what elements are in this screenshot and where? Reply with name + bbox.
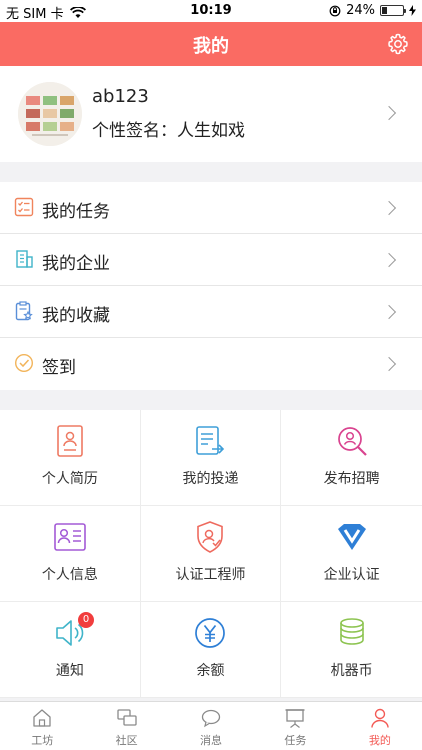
home-icon bbox=[33, 709, 51, 727]
building-icon bbox=[16, 250, 33, 268]
chevron-right-icon bbox=[381, 304, 397, 320]
chevron-right-icon bbox=[381, 200, 397, 216]
tab-workshop[interactable]: 工坊 bbox=[0, 702, 84, 750]
tab-bar: 工坊 社区 消息 任务 我的 bbox=[0, 701, 422, 750]
feature-grid: 个人简历 我的投递 发布招聘 个人信息 认证工程师 企业认证 0 通知 余额 机… bbox=[0, 410, 422, 698]
menu-list: 我的任务 我的企业 我的收藏 签到 bbox=[0, 182, 422, 390]
tab-label: 社区 bbox=[115, 734, 138, 747]
grid-item-certified-engineer[interactable]: 认证工程师 bbox=[140, 506, 282, 602]
menu-label: 我的任务 bbox=[42, 202, 110, 222]
message-icon bbox=[201, 709, 221, 728]
chevron-right-icon bbox=[381, 356, 397, 372]
charging-bolt-icon bbox=[409, 5, 416, 16]
grid-item-balance[interactable]: 余额 bbox=[140, 602, 282, 698]
grid-label: 我的投递 bbox=[182, 471, 239, 487]
battery-icon bbox=[380, 5, 406, 16]
checkin-icon bbox=[14, 353, 34, 373]
tab-tasks[interactable]: 任务 bbox=[253, 702, 337, 750]
chevron-right-icon bbox=[381, 105, 397, 121]
tab-label: 工坊 bbox=[31, 734, 54, 747]
avatar-image bbox=[18, 82, 82, 146]
grid-item-my-delivery[interactable]: 我的投递 bbox=[140, 410, 282, 506]
grid-label: 机器币 bbox=[330, 663, 373, 679]
grid-item-machine-coin[interactable]: 机器币 bbox=[281, 602, 422, 698]
tab-mine[interactable]: 我的 bbox=[338, 702, 422, 750]
avatar[interactable] bbox=[18, 82, 82, 146]
notification-badge: 0 bbox=[78, 612, 94, 628]
page-title: 我的 bbox=[193, 36, 229, 57]
grid-label: 企业认证 bbox=[323, 567, 380, 583]
profile-card[interactable]: ab123 个性签名：人生如戏 bbox=[0, 66, 422, 162]
tab-label: 任务 bbox=[284, 734, 307, 747]
menu-item-checkin[interactable]: 签到 bbox=[0, 338, 422, 390]
nav-bar: 我的 bbox=[0, 22, 422, 66]
status-bar: 无 SIM 卡 10:19 24% bbox=[0, 0, 422, 22]
grid-label: 余额 bbox=[196, 663, 225, 679]
grid-item-post-recruitment[interactable]: 发布招聘 bbox=[281, 410, 422, 506]
grid-label: 认证工程师 bbox=[175, 567, 246, 583]
coin-stack-icon bbox=[339, 618, 364, 645]
grid-item-company-certification[interactable]: 企业认证 bbox=[281, 506, 422, 602]
shield-engineer-icon bbox=[197, 521, 224, 553]
grid-item-resume[interactable]: 个人简历 bbox=[0, 410, 141, 506]
chevron-right-icon bbox=[381, 252, 397, 268]
rotation-lock-icon bbox=[329, 5, 341, 16]
vip-badge-icon bbox=[337, 524, 366, 550]
tab-label: 消息 bbox=[200, 734, 223, 747]
grid-label: 个人简历 bbox=[41, 471, 98, 487]
delivery-icon bbox=[196, 426, 225, 455]
resume-icon bbox=[57, 425, 83, 457]
recruit-search-icon bbox=[337, 427, 367, 456]
username: ab123 bbox=[92, 86, 149, 107]
favorite-icon bbox=[15, 301, 33, 321]
person-icon bbox=[371, 708, 389, 728]
signature: 个性签名：人生如戏 bbox=[92, 121, 245, 141]
battery-percent: 24% bbox=[346, 3, 375, 18]
task-list-icon bbox=[14, 197, 34, 217]
id-card-icon bbox=[54, 523, 86, 551]
grid-label: 个人信息 bbox=[41, 567, 98, 583]
tab-community[interactable]: 社区 bbox=[84, 702, 168, 750]
menu-label: 我的企业 bbox=[42, 254, 110, 274]
grid-item-personal-info[interactable]: 个人信息 bbox=[0, 506, 141, 602]
tab-messages[interactable]: 消息 bbox=[169, 702, 253, 750]
menu-label: 签到 bbox=[42, 358, 76, 378]
grid-label: 通知 bbox=[55, 663, 84, 679]
yuan-icon bbox=[195, 618, 226, 648]
tab-label: 我的 bbox=[368, 734, 391, 747]
gear-icon[interactable] bbox=[386, 32, 410, 56]
menu-item-my-tasks[interactable]: 我的任务 bbox=[0, 182, 422, 234]
grid-label: 发布招聘 bbox=[323, 471, 380, 487]
task-board-icon bbox=[285, 709, 305, 728]
menu-item-my-favorites[interactable]: 我的收藏 bbox=[0, 286, 422, 338]
menu-label: 我的收藏 bbox=[42, 306, 110, 326]
status-right: 24% bbox=[329, 3, 416, 18]
grid-item-notifications[interactable]: 0 通知 bbox=[0, 602, 141, 698]
community-icon bbox=[116, 709, 137, 726]
menu-item-my-company[interactable]: 我的企业 bbox=[0, 234, 422, 286]
